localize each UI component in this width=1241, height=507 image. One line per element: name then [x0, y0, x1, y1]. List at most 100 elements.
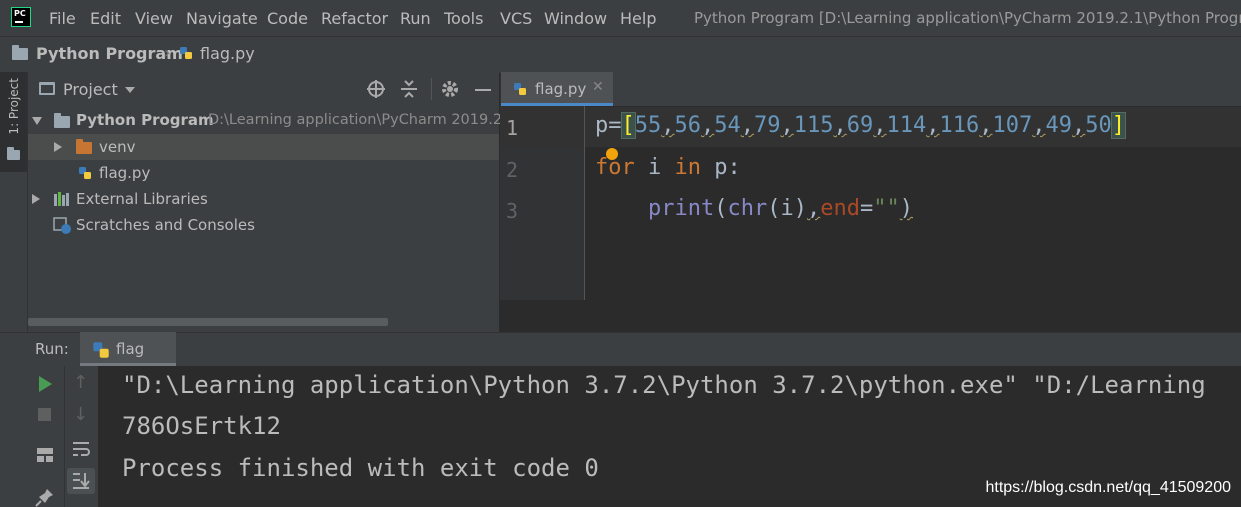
code-iterable: p: [701, 155, 741, 180]
code-comma: , [873, 113, 887, 138]
tree-venv: venv [99, 138, 136, 156]
menu-help[interactable]: Help [620, 9, 656, 28]
run-panel-header [0, 332, 1241, 367]
project-panel-title[interactable]: Project [63, 80, 118, 99]
collapsed-arrow-icon[interactable] [32, 194, 40, 204]
pin-icon[interactable] [35, 487, 55, 507]
menu-navigate[interactable]: Navigate [186, 9, 258, 28]
tree-external-libraries[interactable]: External Libraries [76, 190, 208, 208]
run-tab-label[interactable]: flag [116, 340, 144, 358]
menu-file[interactable]: File [49, 9, 76, 28]
menu-refactor[interactable]: Refactor [321, 9, 388, 28]
code-number: 114 [886, 113, 927, 138]
code-comma: , [806, 196, 821, 221]
watermark: https://blog.csdn.net/qq_41509200 [985, 479, 1231, 496]
line-number: 1 [506, 116, 519, 140]
code-number: 79 [754, 113, 781, 138]
scratches-icon [53, 217, 71, 234]
folder-icon [12, 45, 28, 60]
console-line-command: "D:\Learning application\Python 3.7.2\Py… [122, 371, 1206, 399]
menu-code[interactable]: Code [267, 9, 308, 28]
tree-project-name: Python Program [76, 111, 214, 129]
code-number-list: 55,56,54,79,115,69,114,116,107,49,50 [635, 113, 1112, 138]
code-builtin-chr: chr [727, 196, 768, 221]
scroll-to-end-icon[interactable] [71, 471, 91, 491]
gutter-divider [584, 106, 585, 300]
chevron-down-icon[interactable] [125, 87, 135, 93]
code-comma: , [780, 113, 794, 138]
code-line-2[interactable]: for i in p: [595, 155, 741, 180]
code-param-eq: = [859, 196, 874, 221]
toolbar-divider [431, 78, 432, 100]
menu-window[interactable]: Window [544, 9, 607, 28]
code-number: 55 [634, 113, 662, 138]
run-label: Run: [35, 340, 69, 358]
minimize-icon[interactable] [475, 89, 491, 91]
scroll-up-icon[interactable]: ↑ [73, 372, 88, 393]
code-var-p: p [595, 113, 609, 138]
menu-vcs[interactable]: VCS [500, 9, 532, 28]
python-icon [93, 342, 109, 358]
scroll-down-icon[interactable]: ↓ [73, 404, 88, 425]
gear-icon[interactable] [440, 79, 460, 99]
line-number: 3 [506, 199, 519, 223]
tree-file-flag[interactable]: flag.py [99, 164, 150, 182]
rerun-icon[interactable] [39, 376, 52, 392]
code-comma: , [979, 113, 993, 138]
code-comma: , [740, 113, 754, 138]
expand-arrow-icon[interactable] [32, 117, 42, 125]
project-tool-tab-label[interactable]: 1: Project [7, 78, 21, 135]
code-close-bracket: ] [1110, 112, 1127, 139]
console-line-output: 786OsErtk12 [122, 412, 281, 440]
breadcrumb-file[interactable]: flag.py [200, 44, 255, 63]
code-number: 107 [992, 113, 1033, 138]
stop-icon[interactable] [38, 408, 51, 421]
close-icon[interactable]: ✕ [592, 79, 604, 95]
code-paren-close: ) [899, 196, 913, 221]
code-number: 69 [846, 113, 874, 138]
editor-tab-label[interactable]: flag.py [535, 80, 586, 98]
code-comma: , [833, 113, 847, 138]
code-number: 115 [793, 113, 834, 138]
library-icon [54, 192, 69, 206]
code-keyword-in: in [674, 155, 702, 180]
tree-project-path: D:\Learning application\PyCharm 2019.2 [208, 112, 503, 128]
project-view-icon [39, 82, 55, 95]
layout-icon[interactable] [36, 447, 54, 463]
python-file-icon [180, 47, 192, 59]
intention-bulb-icon[interactable] [606, 148, 618, 160]
menu-view[interactable]: View [135, 9, 173, 28]
pycharm-logo-icon[interactable]: PC [11, 7, 31, 27]
code-paren-open: ( [714, 196, 728, 221]
line-number: 2 [506, 158, 519, 182]
tree-scratches[interactable]: Scratches and Consoles [76, 216, 255, 234]
code-param-end: end [820, 196, 860, 221]
code-comma: , [926, 113, 940, 138]
code-number: 50 [1085, 113, 1112, 138]
code-line-3[interactable]: print(chr(i),end="") [595, 196, 913, 221]
collapse-all-icon[interactable] [399, 79, 419, 99]
code-comma: , [661, 113, 675, 138]
code-chr-args: (i) [767, 196, 807, 221]
code-number: 54 [714, 113, 741, 138]
locate-icon[interactable] [366, 79, 386, 99]
menu-tools[interactable]: Tools [444, 9, 483, 28]
soft-wrap-icon[interactable] [71, 440, 91, 458]
menu-edit[interactable]: Edit [90, 9, 121, 28]
horizontal-scrollbar[interactable] [28, 318, 388, 326]
project-folder-icon [54, 113, 70, 128]
code-number: 116 [939, 113, 980, 138]
python-file-icon [79, 167, 91, 179]
code-number: 49 [1045, 113, 1073, 138]
menu-run[interactable]: Run [400, 9, 431, 28]
breadcrumb-project[interactable]: Python Program [36, 44, 183, 63]
code-comma: , [1032, 113, 1046, 138]
breadcrumb-separator: › [164, 43, 171, 62]
collapsed-arrow-icon[interactable] [54, 142, 62, 152]
python-file-icon [514, 83, 526, 95]
window-title: Python Program [D:\Learning application\… [694, 9, 1241, 27]
editor-empty-area [500, 300, 1241, 332]
code-line-1[interactable]: p=[55,56,54,79,115,69,114,116,107,49,50] [595, 112, 1127, 139]
console-line-exit: Process finished with exit code 0 [122, 454, 599, 482]
